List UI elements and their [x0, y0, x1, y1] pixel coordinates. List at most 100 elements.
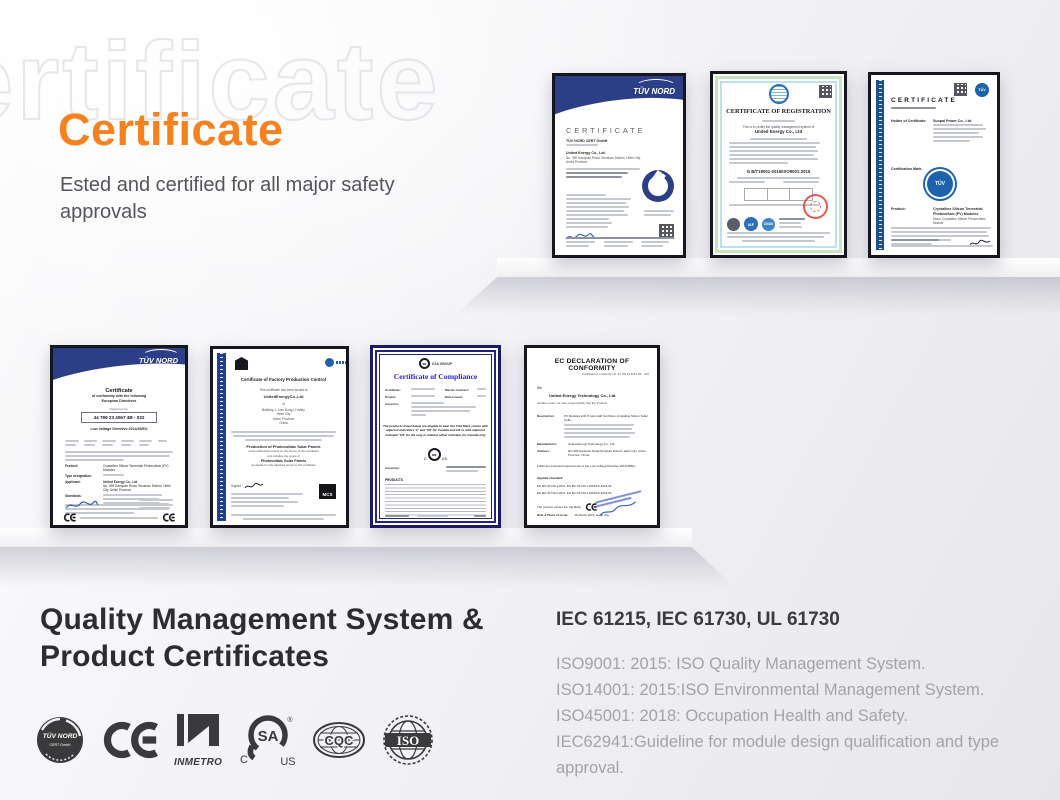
applicant-label: Applicant: — [65, 480, 99, 492]
certificate-factory-production-control[interactable]: Certificate of Factory Production Contro… — [210, 346, 349, 528]
certificate-field-label: Certificate: — [385, 388, 411, 392]
csa-statement: The products listed below are eligible t… — [383, 424, 488, 437]
certificate-title: CERTIFICATE — [566, 126, 645, 135]
heading-line-2: Product Certificates — [40, 638, 484, 675]
inmetro-icon — [175, 712, 221, 756]
ce-mark-icon — [100, 720, 158, 760]
shelf-middle-shadow — [0, 547, 734, 587]
issuer-name: TÜV NORD CERT GmbH — [566, 139, 646, 144]
svg-text:TÜV NORD: TÜV NORD — [43, 731, 78, 740]
description-value: PV Modules with P-type Half Cut Mono-cry… — [564, 414, 649, 422]
product-label: Product: — [65, 464, 99, 472]
shelf-top-shadow — [455, 277, 1060, 315]
fpc-title: Certificate of Factory Production Contro… — [229, 377, 338, 382]
certification-mark-icon: TÜV — [927, 171, 953, 197]
product-value: Crystalline Silicon Terrestrial Photovol… — [103, 464, 173, 472]
vertical-title-stripe — [217, 353, 226, 521]
detail-line: as detailed in the attached annex to thi… — [229, 464, 338, 468]
tuv-nord-logo: TÜV NORD — [633, 87, 675, 96]
qr-code-icon — [954, 83, 967, 96]
manufacturer-label: Manufacturer: — [537, 442, 565, 446]
csa-mark-icon: sa — [428, 448, 441, 461]
signed-label: Signed — [231, 484, 241, 488]
registered-no-label: Registered No. — [53, 407, 185, 411]
page-subtitle: Ested and certified for all major safety… — [60, 172, 400, 226]
cnas-badge-icon: CNAS — [762, 218, 775, 231]
declare-line: declare under our sole responsibility th… — [537, 401, 607, 405]
cqc-logo: CQC — [312, 721, 366, 759]
project-field-label: Project: — [385, 395, 411, 399]
csa-group-label: CSA GROUP — [432, 362, 452, 366]
issued-by-label: Issued by: — [385, 466, 411, 474]
qr-code-icon — [819, 85, 832, 98]
mark-label: Certification Mark: — [891, 167, 923, 172]
certificate-tuv-nord-lvd[interactable]: TÜV NORD Certificate of conformity with … — [50, 345, 188, 528]
round-blue-logo — [325, 358, 334, 367]
certificate-ec-declaration[interactable]: EC DECLARATION OF CONFORMITY Certificate… — [524, 345, 660, 528]
svg-text:US: US — [281, 756, 296, 768]
iaf-badge-icon: IAF — [744, 217, 758, 231]
declaring-company: United Energy Technology Co., Ltd. — [549, 393, 616, 398]
conformity-number: Certificate of conformity No: 44 799 23 … — [582, 372, 649, 376]
csa-mark-icon: SA ® C US — [238, 712, 296, 768]
iso-standards-list: ISO9001: 2015: ISO Quality Management Sy… — [556, 651, 1060, 781]
csa-mark-logo: SA ® C US — [238, 712, 296, 768]
svg-text:CERT GmbH: CERT GmbH — [49, 743, 70, 747]
tuv-seal-icon — [642, 170, 674, 202]
ec-doc-title: EC DECLARATION OF CONFORMITY — [533, 358, 651, 372]
signature-icon — [244, 482, 264, 491]
products-list-lines — [385, 484, 486, 518]
applied-standard-label: Applied standard: — [537, 476, 563, 480]
holder-address: No. 399 Danquan Road, Shushan District, … — [566, 156, 646, 165]
issue-date-label: Date & Place of Issue: — [537, 513, 568, 517]
ce-mark-logo — [100, 720, 158, 760]
registered-no-value: 44 799 23 4067 4B - 032 — [81, 412, 157, 423]
compliance-title: Certificate of Compliance — [373, 372, 498, 381]
certificate-title: CERTIFICATE — [891, 97, 957, 104]
certificate-tuv-rheinland[interactable]: TÜV CERTIFICATE Holder of Certificate: S… — [868, 72, 1000, 258]
title-line3: European Directives — [53, 399, 185, 404]
heading-line-1: Quality Management System & — [40, 601, 484, 638]
mcs-logo: MCS — [319, 484, 336, 499]
iso-standard-item: IEC62941:Guideline for module design qua… — [556, 729, 1060, 781]
iso-standard-item: ISO14001: 2015:ISO Environmental Managem… — [556, 677, 1060, 703]
description-label: Description: — [537, 414, 561, 422]
vertical-title-stripe — [876, 80, 884, 250]
standard-line-1: EN IEC 61730-1:2014, EN IEC 61730-1:2018… — [537, 484, 611, 488]
svg-text:C: C — [240, 754, 248, 766]
certification-body-logo — [235, 357, 248, 370]
iso-globe-icon: ISO — [382, 714, 434, 766]
standard-number: G B/T19001-2016/ISO9001:2015 — [729, 169, 828, 175]
address-label: Address: — [537, 449, 565, 457]
ce-mark-icon — [63, 513, 76, 522]
tuv-round-logo: TÜV — [975, 83, 989, 97]
iso-standard-item: ISO9001: 2015: ISO Quality Management Sy… — [556, 651, 1060, 677]
accreditation-badge-icon — [727, 218, 740, 231]
address-value: NO.999 Danquan Road Shushan District, He… — [568, 449, 649, 457]
ce-mark-icon — [162, 513, 175, 522]
iec-standards-heading: IEC 61215, IEC 61730, UL 61730 — [556, 609, 840, 631]
date-issued-label: Date Issued: — [445, 395, 477, 399]
fulfils-line: Fulfils the essential requirements of th… — [537, 464, 649, 468]
we-line: We, — [537, 386, 543, 390]
directive-name: Low Voltage Directive 2014/35/EU — [53, 427, 185, 432]
applicant-address: No. 399 Danquan Road, Shushan District, … — [103, 484, 173, 492]
svg-text:SA: SA — [258, 728, 279, 745]
manufacturer-value: United Energy Technology Co., Ltd. — [568, 442, 649, 446]
certificate-of-registration[interactable]: CERTIFICATE OF REGISTRATION This is to c… — [710, 71, 847, 258]
inmetro-logo: INMETRO — [174, 712, 222, 768]
shelf-middle — [0, 528, 692, 547]
inmetro-label: INMETRO — [174, 757, 222, 768]
tuv-nord-logo: TÜV NORD — [139, 356, 178, 365]
signature-icon — [65, 500, 99, 511]
product-name-2: Mono-Crystalline Silicon Photovoltaic Mo… — [933, 217, 995, 226]
holder-label: Holder of Certificate: — [891, 119, 929, 144]
certification-logos-row: TÜV NORD CERT GmbH INMETRO SA ® C US — [36, 700, 434, 780]
zqhx-emblem-icon — [769, 84, 789, 104]
cqc-icon: CQC — [312, 721, 366, 759]
type-label: Type designation: — [65, 474, 99, 478]
csa-logo-icon: sa — [419, 358, 430, 369]
certificate-tuv-nord-product[interactable]: TÜV NORD CERTIFICATE TÜV NORD CERT GmbH … — [552, 73, 686, 258]
certificate-csa-compliance[interactable]: sa CSA GROUP Certificate of Compliance C… — [370, 345, 501, 528]
section-heading: Quality Management System & Product Cert… — [40, 601, 484, 675]
